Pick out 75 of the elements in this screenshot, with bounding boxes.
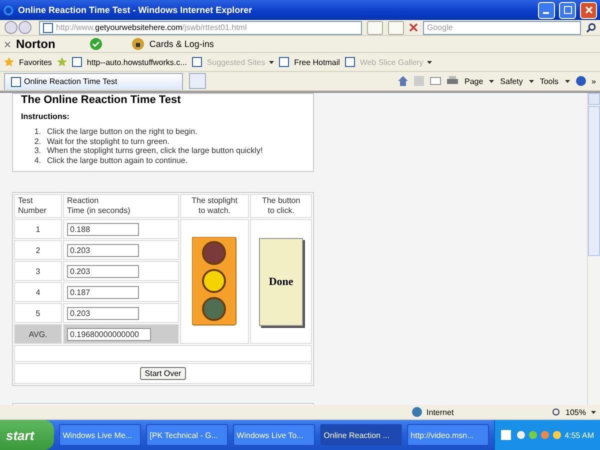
command-menu[interactable]: Page [464, 76, 484, 86]
checkmark-icon[interactable] [90, 38, 102, 50]
table-cell: 4 [14, 282, 62, 302]
caret-icon[interactable] [591, 410, 596, 414]
step-text: Click the large button on the right to begin. [47, 127, 198, 136]
taskbar-item[interactable]: [PK Technical - G... [146, 424, 228, 446]
favorites-link[interactable]: http--auto.howstuffworks.c... [86, 58, 187, 66]
table-cell: 3 [14, 261, 62, 281]
step-number: 1. [33, 127, 41, 136]
overflow-button[interactable]: » [592, 76, 596, 86]
clock: 4:55 AM [564, 430, 594, 440]
time-field[interactable]: 0.203 [67, 306, 139, 320]
table-cell: 5 [14, 303, 62, 323]
link-icon [344, 57, 355, 67]
app-icon [3, 4, 14, 16]
start-over-button[interactable]: Start Over [140, 367, 186, 380]
table-cell: AVG. [14, 324, 62, 344]
instructions-label: Instructions: [21, 112, 70, 121]
step-text: When the stoplight turns green, click the large button quickly! [47, 146, 263, 156]
command-menu[interactable]: Safety [500, 76, 523, 86]
command-menu[interactable]: Tools [540, 76, 559, 86]
printer-icon[interactable] [447, 76, 458, 86]
step-number: 2. [33, 136, 41, 146]
column-header: The stoplight to watch. [180, 194, 250, 218]
table-cell: 2 [14, 240, 62, 260]
search-icon[interactable] [586, 22, 596, 32]
page-icon [11, 76, 21, 86]
step-text: Wait for the stoplight to turn green. [47, 136, 170, 146]
table-cell: 1 [14, 219, 62, 239]
taskbar-item[interactable]: Online Reaction ... [320, 424, 402, 446]
time-field[interactable]: 0.203 [67, 244, 139, 256]
taskbar-item[interactable]: http://video.msn... [406, 424, 489, 446]
caret-icon[interactable] [489, 80, 494, 82]
column-header: The button to click. [250, 194, 312, 218]
step-text: Click the large button again to continue. [47, 156, 188, 165]
link-icon [279, 57, 290, 67]
done-button[interactable]: Done [259, 238, 304, 326]
link-icon [192, 57, 202, 67]
column-header: Test Number [14, 194, 62, 218]
maximize-icon [564, 6, 572, 14]
close-button[interactable] [580, 2, 597, 18]
norton-menu[interactable]: Norton [16, 37, 56, 51]
zoom-level[interactable]: 105% [566, 408, 586, 416]
page-heading: The Online Reaction Time Test [21, 94, 182, 106]
close-icon [584, 6, 592, 14]
caret-icon[interactable] [564, 80, 570, 82]
taskbar-item[interactable]: Windows Live Me... [58, 424, 141, 446]
favorites-link[interactable]: Free Hotmail [294, 58, 340, 66]
time-field[interactable]: 0.188 [67, 222, 139, 236]
minimize-button[interactable] [538, 2, 555, 18]
page-icon [43, 22, 53, 32]
step-number: 4. [33, 156, 41, 165]
mail-icon[interactable] [430, 77, 442, 85]
taskbar-item[interactable]: Windows Live To... [232, 424, 315, 446]
column-header: Reaction Time (in seconds) [63, 194, 179, 218]
time-field[interactable]: 0.203 [67, 264, 139, 278]
window-title: Online Reaction Time Test - Windows Internet Explorer [18, 5, 254, 15]
close-icon[interactable] [4, 40, 11, 48]
tray-icons-drawing [500, 430, 561, 440]
scrollbar[interactable] [587, 93, 600, 405]
stop-icon[interactable] [409, 23, 418, 32]
caret-icon[interactable] [528, 80, 534, 82]
security-zone: Internet [426, 408, 455, 416]
browser-tab[interactable]: Online Reaction Time Test [4, 72, 183, 90]
average-field[interactable]: 0.19680000000000 [67, 328, 151, 340]
home-icon[interactable] [398, 76, 408, 86]
address-field[interactable]: http://www.getyourwebsitehere.com/jswb/rttest01.html [39, 20, 362, 34]
cards-login-menu[interactable]: Cards & Log-ins [149, 39, 214, 49]
zoom-icon[interactable] [552, 408, 561, 416]
time-field[interactable]: 0.187 [67, 286, 139, 298]
maximize-button[interactable] [559, 2, 576, 18]
link-icon [72, 57, 82, 67]
star-icon [4, 57, 14, 67]
step-number: 3. [33, 146, 41, 156]
favorites-button[interactable]: Favorites [19, 58, 52, 66]
